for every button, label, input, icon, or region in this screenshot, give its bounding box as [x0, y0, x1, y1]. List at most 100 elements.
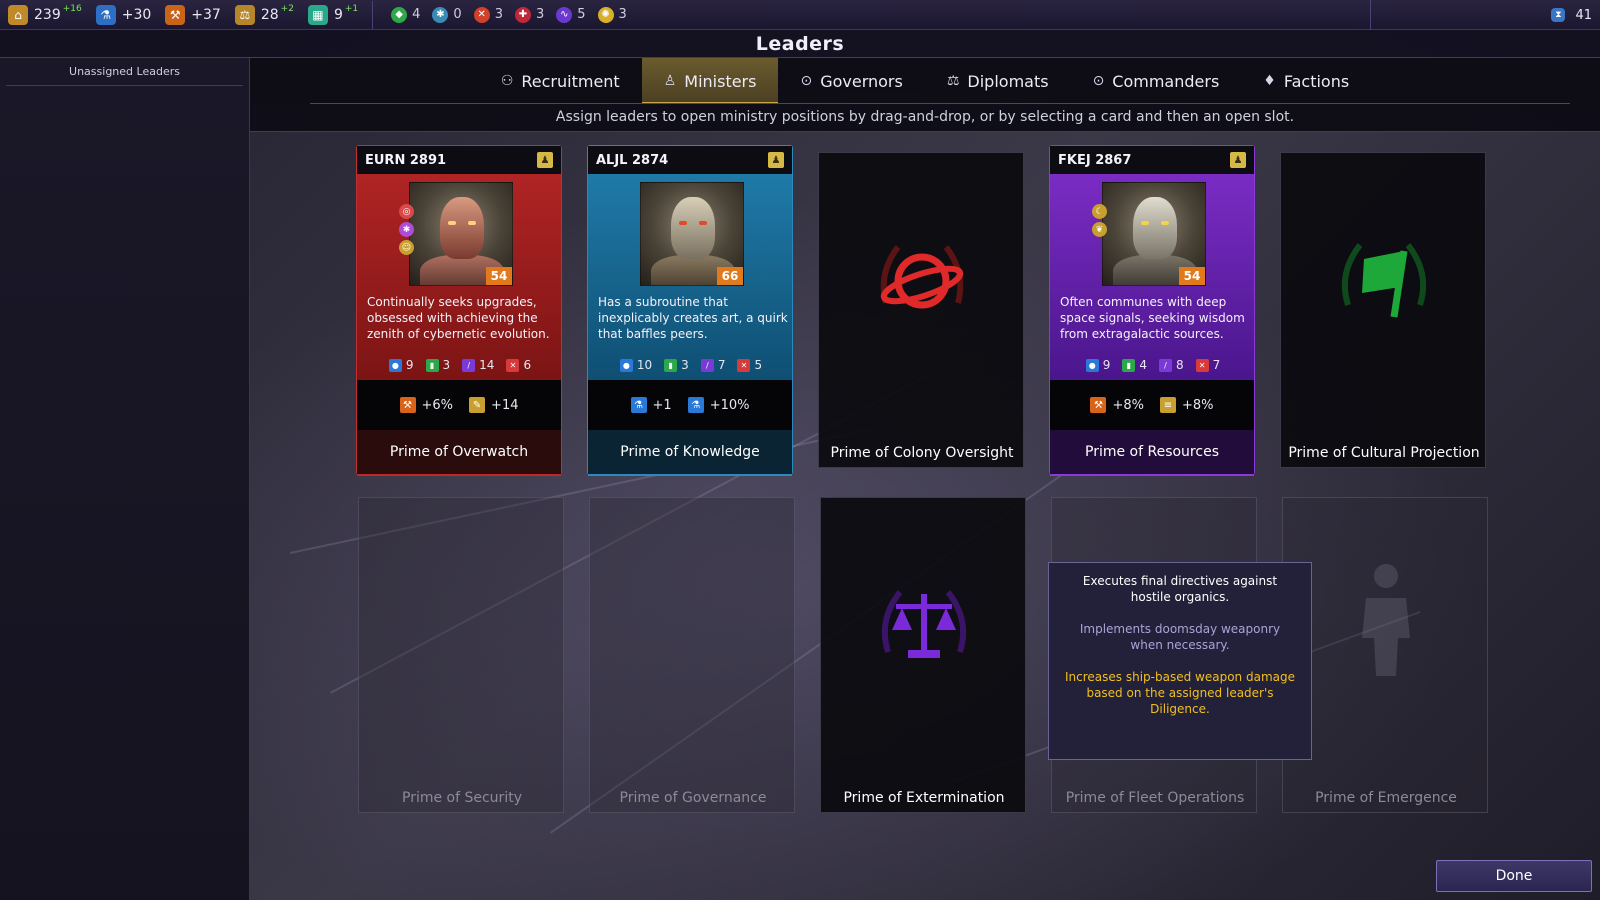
voidstone-icon: ∿: [556, 6, 573, 23]
trait-icon[interactable]: ☾: [1092, 204, 1107, 219]
bonus-item[interactable]: ⚗ +10%: [687, 397, 749, 413]
card-header: EURN 2891 ♟: [357, 146, 561, 174]
minister-card[interactable]: EURN 2891 ♟ 54 ◎ ✱ ☺ Continually seeks u…: [356, 145, 563, 476]
science-icon: ⚗: [95, 4, 116, 25]
stat-diligence[interactable]: /14: [462, 358, 494, 372]
ministry-slot-open[interactable]: Prime of Colony Oversight: [818, 152, 1024, 468]
ministry-slot-locked[interactable]: Prime of Emergence: [1282, 497, 1488, 813]
antimatter-icon: ✕: [473, 6, 490, 23]
bonus-item[interactable]: ⚒ +6%: [399, 397, 453, 413]
tab-factions[interactable]: ♦ Factions: [1241, 58, 1371, 104]
charisma-icon: ▮: [1122, 358, 1136, 372]
leader-stats: ● 9 ▮ 4 /8 ✕ 7: [1050, 358, 1256, 372]
ministry-slot-open[interactable]: Prime of Extermination: [820, 497, 1026, 813]
unassigned-leaders-panel: Unassigned Leaders: [0, 58, 250, 900]
turn-counter[interactable]: ⧗ 41: [1370, 0, 1600, 30]
resource-delta: +1: [344, 3, 359, 14]
leader-stats: ● 9 ▮ 3 /14 ✕ 6: [357, 358, 563, 372]
resource-delta: +2: [280, 3, 294, 14]
tooltip-flavor: Implements doomsday weaponry when necess…: [1079, 622, 1281, 652]
tab-ministers[interactable]: ♙ Ministers: [641, 58, 779, 104]
card-body: 66 Has a subroutine that inexplicably cr…: [588, 174, 792, 380]
minister-card[interactable]: ALJL 2874 ♟ 66 Has a subroutine that ine…: [587, 145, 793, 476]
trait-icon[interactable]: ✱: [399, 222, 414, 237]
diplomat-icon: ⚖: [946, 73, 960, 89]
resource-luxury[interactable]: ✺ 3: [597, 6, 627, 23]
stat-diligence[interactable]: /8: [1159, 358, 1184, 372]
resource-voidstone[interactable]: ∿ 5: [556, 6, 586, 23]
ministry-slot-locked[interactable]: Prime of Governance: [589, 497, 795, 813]
crystal-icon: ✱: [432, 6, 449, 23]
charisma-icon: ▮: [664, 358, 678, 372]
bonus-item[interactable]: ⚒ +8%: [1090, 397, 1144, 413]
stat-charisma[interactable]: ▮ 3: [664, 358, 689, 372]
position-name: Prime of Overwatch: [357, 430, 561, 476]
trait-icon[interactable]: ◎: [399, 204, 414, 219]
bonus-item[interactable]: ≡ +8%: [1160, 397, 1214, 413]
tab-governors[interactable]: ⊙ Governors: [778, 58, 924, 104]
stat-diligence[interactable]: /7: [700, 358, 725, 372]
trait-list: ☾ ❦: [1092, 204, 1107, 237]
leader-badge-icon[interactable]: ♟: [1230, 152, 1246, 168]
strategic-resources: ◆ 4 ✱ 0 ✕ 3 ✚ 3 ∿ 5 ✺ 3: [383, 0, 639, 30]
scales-icon: [874, 578, 974, 678]
charisma-icon: ▮: [425, 358, 439, 372]
resource-hyperium[interactable]: ✚ 3: [514, 6, 544, 23]
stat-intellect[interactable]: ● 10: [619, 358, 652, 372]
resource-food[interactable]: ⌂ 239 +16: [8, 4, 82, 25]
done-button[interactable]: Done: [1436, 860, 1592, 892]
resource-value: 0: [453, 7, 462, 22]
credits-icon: ≡: [1160, 397, 1176, 413]
resource-antimatter[interactable]: ✕ 3: [473, 6, 503, 23]
aggression-icon: ✕: [506, 358, 520, 372]
stat-intellect[interactable]: ● 9: [1085, 358, 1110, 372]
resource-bar: ⌂ 239 +16 ⚗ +30 ⚒ +37 ⚖ 28 +2 ▦ 9 +1 ◆ 4: [0, 0, 1600, 30]
resource-industry[interactable]: ⚒ +37: [165, 4, 221, 25]
resource-influence[interactable]: ⚖ 28 +2: [234, 3, 294, 25]
slot-tooltip: Executes final directives against hostil…: [1048, 562, 1312, 760]
resource-value: 3: [494, 7, 503, 22]
stat-aggression[interactable]: ✕ 6: [506, 358, 531, 372]
leader-name: ALJL 2874: [596, 152, 669, 168]
intellect-icon: ●: [388, 358, 402, 372]
minister-card[interactable]: FKEJ 2867 ♟ 54 ☾ ❦ Often communes with d…: [1049, 145, 1256, 476]
resource-value: 3: [618, 7, 627, 22]
ministry-slot-open[interactable]: Prime of Cultural Projection: [1280, 152, 1486, 468]
position-name: Prime of Fleet Operations: [1065, 790, 1245, 806]
leader-portrait: 54: [409, 182, 513, 286]
level-badge: 54: [1179, 267, 1205, 285]
resource-population[interactable]: ▦ 9 +1: [307, 3, 359, 25]
luxury-icon: ✺: [597, 6, 614, 23]
bonus-item[interactable]: ✎ +14: [469, 397, 518, 413]
leader-name: FKEJ 2867: [1058, 152, 1132, 168]
stat-aggression[interactable]: ✕ 5: [737, 358, 762, 372]
stat-aggression[interactable]: ✕ 7: [1195, 358, 1220, 372]
position-name: Prime of Resources: [1050, 430, 1254, 476]
resource-value: 5: [577, 7, 586, 22]
resource-science[interactable]: ⚗ +30: [95, 4, 151, 25]
stat-charisma[interactable]: ▮ 4: [1122, 358, 1147, 372]
card-bonuses: ⚗ +1 ⚗ +10%: [588, 380, 792, 430]
card-header: FKEJ 2867 ♟: [1050, 146, 1254, 174]
faction-icon: ♦: [1263, 73, 1276, 89]
flag-icon: [1334, 233, 1434, 333]
leader-badge-icon[interactable]: ♟: [768, 152, 784, 168]
resource-titanium[interactable]: ◆ 4: [391, 6, 420, 23]
resource-crystal[interactable]: ✱ 0: [432, 6, 462, 23]
planet-icon: [872, 233, 972, 333]
tab-diplomats[interactable]: ⚖ Diplomats: [925, 58, 1071, 104]
tab-recruitment[interactable]: ⚇ Recruitment: [479, 58, 642, 104]
divider: [372, 0, 374, 29]
position-name: Prime of Extermination: [843, 790, 1005, 806]
title-bar: Leaders: [0, 30, 1600, 58]
trait-icon[interactable]: ❦: [1092, 222, 1107, 237]
bonus-item[interactable]: ⚗ +1: [630, 397, 672, 413]
hourglass-icon: ⧗: [1551, 8, 1566, 22]
stat-charisma[interactable]: ▮ 3: [425, 358, 450, 372]
stat-intellect[interactable]: ● 9: [388, 358, 414, 372]
population-icon: ▦: [307, 4, 328, 25]
trait-icon[interactable]: ☺: [399, 240, 414, 255]
leader-badge-icon[interactable]: ♟: [537, 152, 553, 168]
ministry-slot-locked[interactable]: Prime of Security: [358, 497, 564, 813]
tab-commanders[interactable]: ⊙ Commanders: [1071, 58, 1242, 104]
